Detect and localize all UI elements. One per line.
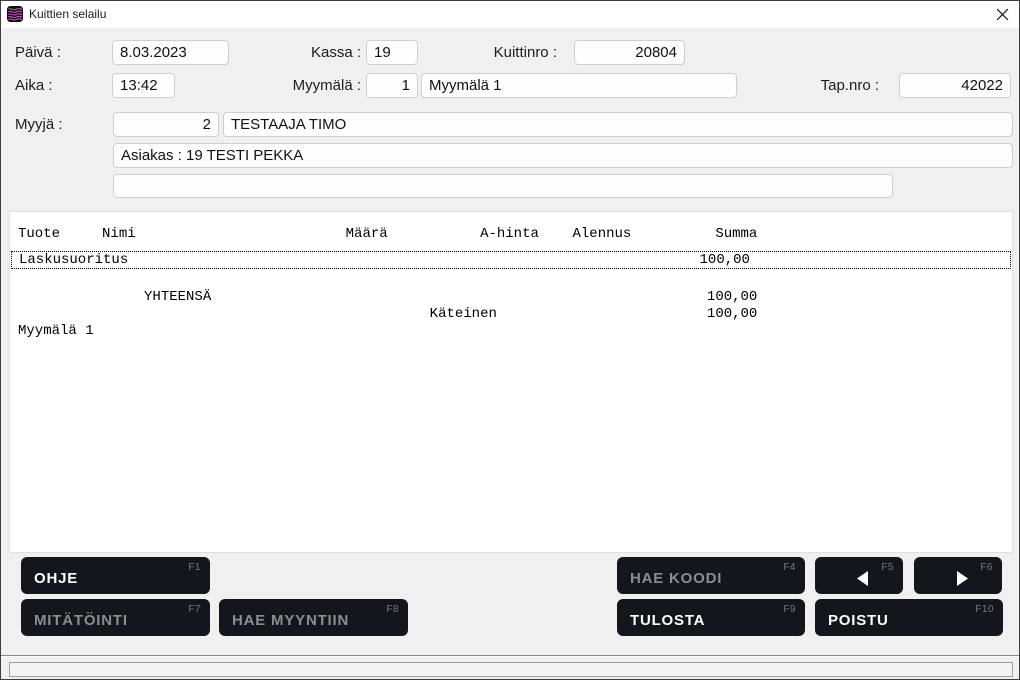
tapnro-label: Tap.nro : — [765, 73, 879, 98]
myyja-name-field[interactable]: TESTAAJA TIMO — [223, 112, 1013, 137]
receipt-row: Myymälä 1 — [10, 323, 1012, 340]
receipt-row: YHTEENSÄ 100,00 — [10, 289, 1012, 306]
receipt-row — [10, 272, 1012, 289]
ohje-button[interactable]: OHJE F1 — [21, 557, 210, 594]
poistu-button[interactable]: POISTU F10 — [815, 599, 1003, 636]
ohje-button-label: OHJE — [34, 570, 78, 587]
hae-myyntiin-button[interactable]: HAE MYYNTIIN F8 — [219, 599, 408, 636]
myymala-name-field[interactable]: Myymälä 1 — [421, 73, 737, 98]
aika-field[interactable]: 13:42 — [112, 73, 175, 98]
myyja-number-field[interactable]: 2 — [113, 112, 219, 137]
poistu-button-fkey: F10 — [975, 604, 994, 615]
hae-myyntiin-button-label: HAE MYYNTIIN — [232, 612, 349, 629]
aika-label: Aika : — [15, 73, 53, 98]
receipt-panel[interactable]: Tuote Nimi Määrä A-hinta Alennus Summa L… — [9, 211, 1013, 553]
tulosta-button[interactable]: TULOSTA F9 — [617, 599, 805, 636]
hae-koodi-button[interactable]: HAE KOODI F4 — [617, 557, 805, 594]
status-field — [9, 662, 1013, 677]
paiva-label: Päivä : — [15, 40, 61, 65]
paiva-field[interactable]: 8.03.2023 — [112, 40, 229, 65]
close-icon — [996, 8, 1009, 21]
left-arrow-icon — [857, 571, 869, 586]
prev-button-fkey: F5 — [881, 562, 894, 573]
kuittinro-label: Kuittinro : — [441, 40, 557, 65]
myymala-label: Myymälä : — [249, 73, 361, 98]
next-receipt-button[interactable]: F6 — [914, 557, 1002, 594]
kassa-field[interactable]: 19 — [366, 40, 418, 65]
hae-koodi-button-fkey: F4 — [783, 562, 796, 573]
window-title: Kuittien selailu — [29, 1, 106, 28]
myyja-label: Myyjä : — [15, 112, 63, 137]
myymala-number-field[interactable]: 1 — [366, 73, 418, 98]
ohje-button-fkey: F1 — [188, 562, 201, 573]
tapnro-field[interactable]: 42022 — [899, 73, 1011, 98]
tulosta-button-label: TULOSTA — [630, 612, 705, 629]
app-icon — [7, 6, 23, 22]
tulosta-button-fkey: F9 — [783, 604, 796, 615]
statusbar-divider — [1, 655, 1019, 657]
receipt-header: Tuote Nimi Määrä A-hinta Alennus Summa — [10, 226, 1020, 243]
hae-myyntiin-button-fkey: F8 — [386, 604, 399, 615]
mitatointi-button-label: MITÄTÖINTI — [34, 612, 128, 629]
receipt-row-selected[interactable]: Laskusuoritus 100,00 — [11, 251, 1011, 269]
mitatointi-button[interactable]: MITÄTÖINTI F7 — [21, 599, 210, 636]
prev-receipt-button[interactable]: F5 — [815, 557, 903, 594]
kassa-label: Kassa : — [259, 40, 361, 65]
note-field[interactable] — [113, 174, 893, 198]
titlebar[interactable]: Kuittien selailu — [1, 1, 1019, 28]
hae-koodi-button-label: HAE KOODI — [630, 570, 722, 587]
close-button[interactable] — [989, 3, 1015, 26]
kuittinro-field[interactable]: 20804 — [574, 40, 685, 65]
receipt-row: Käteinen 100,00 — [10, 306, 1012, 323]
asiakas-field[interactable]: Asiakas : 19 TESTI PEKKA — [113, 143, 1013, 168]
receipt-list: YHTEENSÄ 100,00 Käteinen 100,00 Myymälä … — [10, 272, 1012, 340]
next-button-fkey: F6 — [980, 562, 993, 573]
window: Kuittien selailu Päivä : 8.03.2023 Kassa… — [0, 0, 1020, 680]
right-arrow-icon — [956, 571, 968, 586]
mitatointi-button-fkey: F7 — [188, 604, 201, 615]
receipt-row-selected-text: Laskusuoritus 100,00 — [12, 252, 1010, 268]
poistu-button-label: POISTU — [828, 612, 889, 629]
